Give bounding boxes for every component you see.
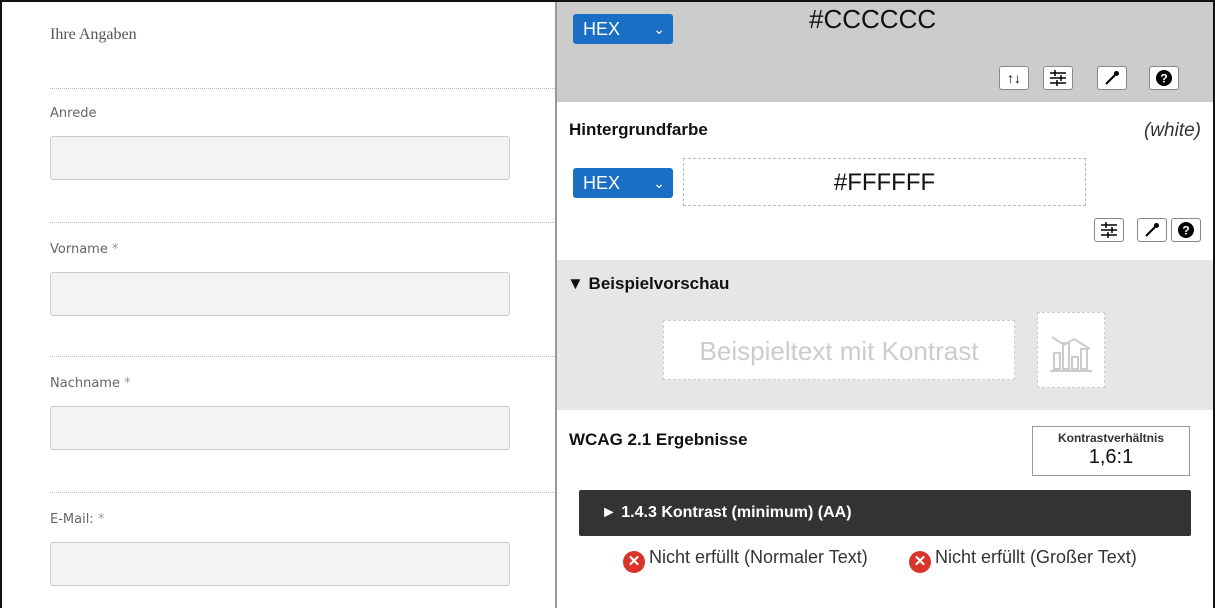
contact-form: Ihre Angaben Anrede Vorname * Nachname *… [2, 2, 555, 608]
results-title: WCAG 2.1 Ergebnisse [569, 430, 748, 449]
svg-text:?: ? [1160, 72, 1167, 86]
divider [50, 222, 555, 223]
divider [50, 492, 555, 493]
eyedropper-icon[interactable] [1097, 66, 1127, 90]
email-field[interactable] [50, 542, 510, 586]
sample-text: Beispieltext mit Kontrast [663, 320, 1015, 380]
foreground-section: HEX ⌄ #CCCCCC ↑↓ ? [557, 2, 1213, 102]
help-icon[interactable]: ? [1149, 66, 1179, 90]
chevron-down-icon: ⌄ [653, 175, 665, 191]
divider [50, 356, 555, 357]
preview-section: ▼ Beispielvorschau Beispieltext mit Kont… [557, 260, 1213, 410]
sliders-icon[interactable] [1043, 66, 1073, 90]
chevron-down-icon: ⌄ [653, 21, 665, 37]
section-title: Ihre Angaben [50, 26, 137, 43]
sliders-icon[interactable] [1094, 218, 1124, 242]
preview-toggle[interactable]: ▼ Beispielvorschau [567, 274, 729, 294]
nachname-field[interactable] [50, 406, 510, 450]
divider [50, 88, 555, 89]
nachname-label: Nachname * [50, 376, 131, 391]
background-hex-input[interactable]: #FFFFFF [683, 158, 1086, 206]
contrast-checker-panel: HEX ⌄ #CCCCCC ↑↓ ? Hintergrundfarbe (whit… [555, 2, 1213, 608]
fail-icon: ✕ [909, 551, 931, 573]
foreground-format-select[interactable]: HEX ⌄ [573, 14, 673, 44]
fail-icon: ✕ [623, 551, 645, 573]
foreground-hex-value[interactable]: #CCCCCC [809, 4, 936, 35]
normal-text-result: ✕ Nicht erfüllt (Normaler Text) [623, 546, 893, 573]
criterion-1-4-3-toggle[interactable]: ► 1.4.3 Kontrast (minimum) (AA) [579, 490, 1191, 536]
contrast-ratio-label: Kontrastverhältnis [1057, 431, 1165, 445]
background-title: Hintergrundfarbe [569, 120, 708, 139]
background-format-select[interactable]: HEX ⌄ [573, 168, 673, 198]
contrast-ratio-value: 1,6:1 [1088, 446, 1134, 468]
large-text-result: ✕ Nicht erfüllt (Großer Text) [909, 546, 1209, 573]
chart-image-icon [1037, 312, 1105, 388]
contrast-ratio-box: Kontrastverhältnis 1,6:1 [1032, 426, 1190, 476]
background-color-name: (white) [1143, 120, 1201, 141]
vorname-label: Vorname * [50, 242, 119, 257]
svg-text:?: ? [1182, 224, 1189, 238]
vorname-field[interactable] [50, 272, 510, 316]
email-label: E-Mail: * [50, 512, 105, 527]
help-icon[interactable]: ? [1171, 218, 1201, 242]
anrede-label: Anrede [50, 106, 97, 121]
swap-icon[interactable]: ↑↓ [999, 66, 1029, 90]
eyedropper-icon[interactable] [1137, 218, 1167, 242]
anrede-field[interactable] [50, 136, 510, 180]
